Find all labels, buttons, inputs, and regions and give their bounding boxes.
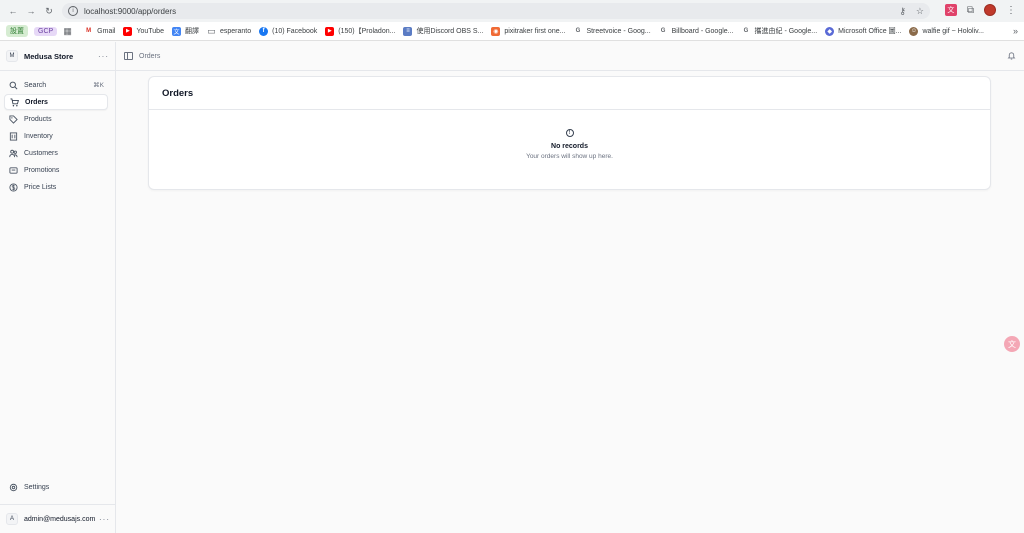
- sidebar-item-label: Inventory: [24, 132, 53, 140]
- search-icon: [8, 80, 18, 90]
- bookmark-item[interactable]: f (10) Facebook: [259, 26, 317, 36]
- bookmark-item[interactable]: ▭ esperanto: [207, 25, 251, 36]
- google-icon: G: [660, 28, 666, 34]
- bookmarks-overflow-icon[interactable]: »: [1013, 26, 1018, 36]
- exclamation-circle-icon: !: [565, 129, 574, 137]
- url-text[interactable]: localhost:9000/app/orders: [84, 7, 176, 16]
- currency-icon: [8, 182, 18, 192]
- extensions-puzzle-icon[interactable]: ⧉: [967, 5, 974, 16]
- bookmark-item[interactable]: 文翻譯: [171, 26, 199, 36]
- sidebar-item-label: Orders: [25, 98, 48, 106]
- bookmark-item[interactable]: ≡ 使用Discord OBS S...: [403, 26, 483, 36]
- profile-avatar[interactable]: [984, 4, 996, 16]
- forward-icon[interactable]: →: [24, 4, 38, 18]
- sidebar-item-label: Products: [24, 115, 52, 123]
- browser-menu-icon[interactable]: ⋮: [1006, 5, 1016, 16]
- floating-translate-icon[interactable]: 文: [1004, 336, 1020, 352]
- browser-toolbar: ← → ↻ i localhost:9000/app/orders ⚷ ☆ 文 …: [0, 0, 1024, 22]
- office-icon: ◆: [825, 26, 835, 36]
- empty-state: ! No records Your orders will show up he…: [149, 129, 990, 160]
- store-name: Medusa Store: [24, 51, 74, 61]
- sidebar-footer: Settings A admin@medusajs.com ···: [0, 476, 116, 533]
- pixi-icon: ◉: [491, 26, 501, 36]
- bookmark-item[interactable]: G 攜進由紀 - Google...: [742, 26, 817, 36]
- extension-icon[interactable]: 文: [944, 4, 957, 16]
- youtube-icon: ▶: [325, 26, 335, 36]
- bookmark-item[interactable]: M Gmail: [84, 27, 115, 36]
- folder-icon: ▭: [207, 25, 216, 36]
- bookmark-apps[interactable]: ▦: [63, 25, 76, 36]
- bookmark-item[interactable]: ☺ walfie gif ~ Hololiv...: [909, 26, 984, 36]
- gear-icon: [8, 482, 18, 492]
- sidebar-item-promotions[interactable]: Promotions: [4, 162, 108, 178]
- key-icon[interactable]: ⚷: [899, 6, 906, 17]
- bookmark-item[interactable]: ◉ pixitraker first one...: [491, 26, 565, 36]
- bookmark-chip[interactable]: GCP: [34, 26, 58, 36]
- bookmarks-bar: 設置 GCP ▦ M Gmail ▶ YouTube 文翻譯 ▭ esperanto …: [0, 22, 1024, 41]
- bookmark-item[interactable]: G Streetvoice - Goog...: [573, 27, 651, 36]
- sidebar-item-label: Search: [24, 81, 47, 89]
- sidebar: M Medusa Store ··· Search ⌘K Orders Prod…: [0, 42, 116, 533]
- empty-state-subtitle: Your orders will show up here.: [526, 153, 613, 160]
- tag-icon: [8, 114, 18, 124]
- user-email: admin@medusajs.com: [24, 515, 96, 523]
- gmail-icon: M: [86, 28, 92, 34]
- avatar-icon: ☺: [909, 26, 919, 36]
- site-info-icon[interactable]: i: [68, 6, 78, 16]
- store-menu-icon[interactable]: ···: [98, 52, 109, 61]
- facebook-icon: f: [259, 26, 269, 36]
- page-title: Orders: [162, 87, 194, 99]
- building-icon: [8, 131, 18, 141]
- sidebar-item-search[interactable]: Search ⌘K: [4, 77, 108, 93]
- store-switcher[interactable]: M Medusa Store ···: [0, 42, 115, 71]
- sidebar-item-label: Settings: [24, 483, 50, 491]
- address-bar[interactable]: i localhost:9000/app/orders ⚷ ☆: [62, 3, 930, 19]
- sidebar-item-products[interactable]: Products: [4, 111, 108, 127]
- bell-icon[interactable]: [1007, 51, 1016, 62]
- bookmark-item[interactable]: G Billboard - Google...: [659, 27, 734, 36]
- orders-card: Orders ! No records Your orders will sho…: [148, 76, 991, 190]
- bookmark-item[interactable]: ▶ YouTube: [123, 26, 164, 36]
- doc-icon: ≡: [403, 26, 413, 36]
- sidebar-item-label: Customers: [24, 149, 58, 157]
- cart-icon: [9, 97, 19, 107]
- back-icon[interactable]: ←: [6, 4, 20, 18]
- sidebar-item-price-lists[interactable]: Price Lists: [4, 179, 108, 195]
- users-icon: [8, 148, 18, 158]
- apps-icon: ▦: [63, 25, 72, 36]
- sidebar-toggle-icon[interactable]: [124, 52, 133, 60]
- shortcut-hint: ⌘K: [93, 82, 104, 89]
- sidebar-item-orders[interactable]: Orders: [4, 94, 108, 110]
- sidebar-item-label: Price Lists: [24, 183, 57, 191]
- google-icon: G: [575, 28, 581, 34]
- card-header: Orders: [149, 77, 990, 110]
- receipt-icon: [8, 165, 18, 175]
- sidebar-item-customers[interactable]: Customers: [4, 145, 108, 161]
- page-header: Orders: [116, 42, 1024, 71]
- google-icon: G: [743, 28, 749, 34]
- bookmark-item[interactable]: ▶ (150)【Proladon...: [325, 26, 395, 36]
- translate-icon: 文: [171, 26, 181, 36]
- user-menu[interactable]: A admin@medusajs.com ···: [0, 504, 116, 533]
- sidebar-nav: Search ⌘K Orders Products Inventory Cust…: [0, 71, 115, 195]
- empty-state-title: No records: [551, 143, 588, 150]
- user-menu-icon[interactable]: ···: [99, 515, 110, 524]
- bookmark-item[interactable]: ◆ Microsoft Office 圖...: [825, 26, 901, 36]
- sidebar-item-label: Promotions: [24, 166, 60, 174]
- star-icon[interactable]: ☆: [916, 6, 924, 17]
- breadcrumb[interactable]: Orders: [139, 53, 160, 60]
- store-avatar: M: [6, 50, 18, 62]
- sidebar-item-inventory[interactable]: Inventory: [4, 128, 108, 144]
- reload-icon[interactable]: ↻: [42, 4, 56, 18]
- sidebar-item-settings[interactable]: Settings: [0, 476, 116, 498]
- youtube-icon: ▶: [123, 26, 133, 36]
- avatar: A: [6, 513, 18, 525]
- bookmark-chip[interactable]: 設置: [6, 25, 28, 37]
